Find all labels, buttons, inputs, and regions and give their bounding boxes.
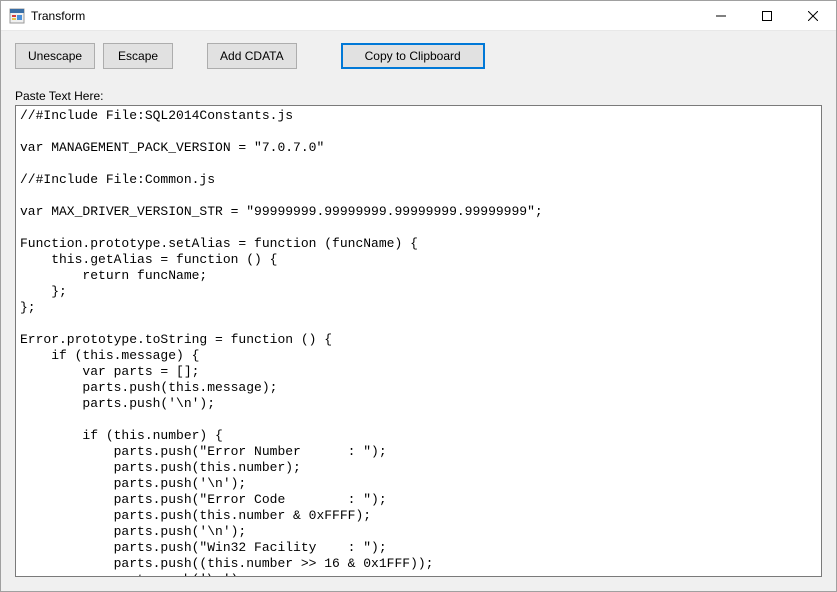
escape-button[interactable]: Escape	[103, 43, 173, 69]
add-cdata-button[interactable]: Add CDATA	[207, 43, 297, 69]
maximize-button[interactable]	[744, 1, 790, 30]
text-input[interactable]	[16, 106, 821, 576]
client-area: Unescape Escape Add CDATA Copy to Clipbo…	[1, 31, 836, 591]
paste-label: Paste Text Here:	[15, 89, 822, 103]
unescape-button[interactable]: Unescape	[15, 43, 95, 69]
app-icon	[9, 8, 25, 24]
app-window: Transform Unescape Escape Add CDATA Copy…	[0, 0, 837, 592]
window-title: Transform	[31, 9, 85, 23]
window-controls	[698, 1, 836, 30]
text-editor-frame	[15, 105, 822, 577]
copy-to-clipboard-button[interactable]: Copy to Clipboard	[341, 43, 485, 69]
close-button[interactable]	[790, 1, 836, 30]
minimize-button[interactable]	[698, 1, 744, 30]
toolbar: Unescape Escape Add CDATA Copy to Clipbo…	[15, 43, 822, 69]
title-bar[interactable]: Transform	[1, 1, 836, 31]
